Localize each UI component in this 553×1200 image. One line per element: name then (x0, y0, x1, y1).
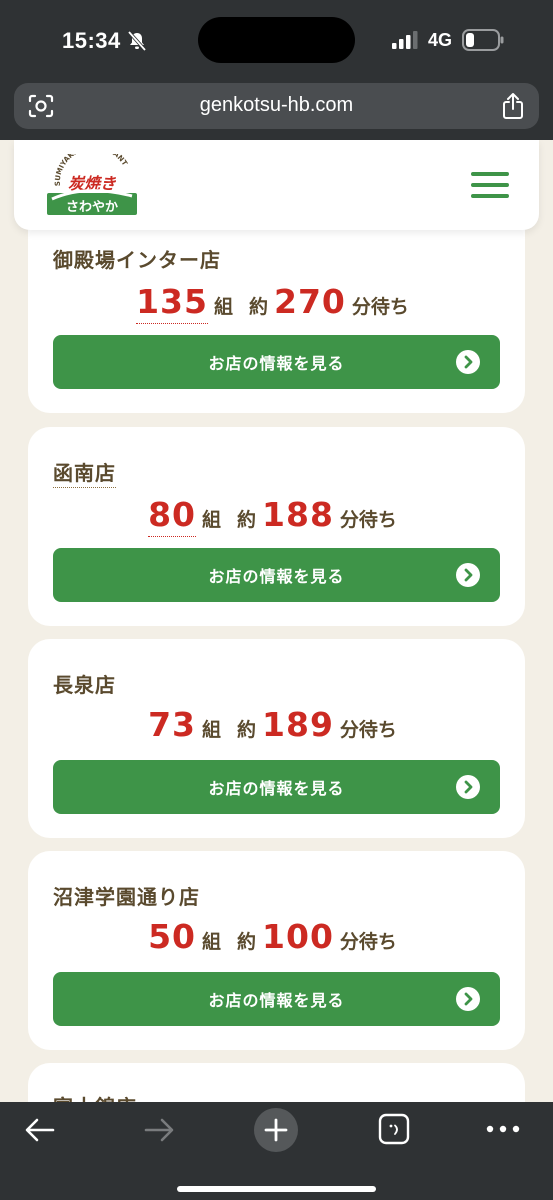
network-label: 4G (428, 30, 453, 50)
store-card: 函南店 80 組約 188 分待ち お店の情報を見る (28, 427, 525, 626)
minutes-unit: 分待ち (339, 931, 397, 953)
store-card: 御殿場インター店 135 組約 270 分待ち お店の情報を見る (28, 200, 525, 413)
wait-minutes: 270 (274, 282, 346, 321)
groups-unit: 組 (202, 931, 222, 953)
address-bar[interactable]: genkotsu-hb.com (14, 83, 539, 129)
chevron-right-circle-icon (456, 350, 480, 374)
share-icon[interactable] (501, 92, 525, 120)
wait-status: 135 組約 270 分待ち (28, 282, 525, 324)
store-info-button[interactable]: お店の情報を見る (53, 335, 500, 389)
store-name[interactable]: 富士錦店 (53, 1091, 137, 1102)
wait-minutes: 189 (262, 705, 334, 744)
store-info-button-label: お店の情報を見る (208, 567, 345, 586)
chevron-right-circle-icon (456, 987, 480, 1011)
battery-icon (462, 29, 504, 51)
forward-arrow-icon[interactable] (143, 1116, 175, 1144)
waiting-groups-count: 73 (148, 705, 196, 744)
store-info-button[interactable]: お店の情報を見る (53, 760, 500, 814)
home-indicator[interactable] (177, 1186, 376, 1192)
approx-label: 約 (237, 719, 257, 741)
status-bar: 15:34 4G (0, 0, 553, 80)
browser-toolbar (0, 1102, 553, 1200)
signal-icon (392, 31, 418, 49)
approx-label: 約 (237, 931, 257, 953)
approx-label: 約 (237, 509, 257, 531)
approx-label: 約 (248, 296, 268, 318)
dynamic-island (198, 17, 355, 63)
sawayaka-logo[interactable]: SUMIYAKI RESTAURANT 炭焼き さわやか (46, 154, 140, 216)
store-card: 富士錦店 (28, 1063, 525, 1102)
store-card: 沼津学園通り店 50 組約 100 分待ち お店の情報を見る (28, 851, 525, 1050)
waiting-groups-count: 50 (148, 917, 196, 956)
store-name[interactable]: 沼津学園通り店 (53, 881, 200, 910)
status-time: 15:34 (62, 28, 121, 53)
store-info-button[interactable]: お店の情報を見る (53, 972, 500, 1026)
hamburger-menu-icon[interactable] (471, 172, 509, 198)
url-text[interactable]: genkotsu-hb.com (14, 94, 539, 117)
browser-top-chrome: 15:34 4G genkotsu-hb.com (0, 0, 553, 140)
back-arrow-icon[interactable] (24, 1116, 56, 1144)
store-info-button-label: お店の情報を見る (208, 354, 345, 373)
minutes-unit: 分待ち (351, 296, 409, 318)
groups-unit: 組 (202, 509, 222, 531)
waiting-groups-count: 80 (148, 495, 196, 537)
tabs-icon[interactable] (378, 1113, 410, 1145)
new-tab-plus-icon[interactable] (254, 1108, 298, 1152)
chevron-right-circle-icon (456, 563, 480, 587)
wait-status: 80 組約 188 分待ち (28, 495, 525, 537)
minutes-unit: 分待ち (339, 509, 397, 531)
more-options-icon[interactable] (486, 1125, 520, 1133)
store-name[interactable]: 御殿場インター店 (53, 244, 221, 273)
web-page: SUMIYAKI RESTAURANT 炭焼き さわやか 御殿場インター店 13… (0, 140, 553, 1102)
logo-sawayaka-text: さわやか (66, 200, 118, 215)
minutes-unit: 分待ち (339, 719, 397, 741)
waiting-groups-count: 135 (136, 282, 208, 324)
groups-unit: 組 (202, 719, 222, 741)
bell-slash-icon (127, 30, 147, 52)
wait-status: 73 組約 189 分待ち (28, 705, 525, 744)
site-header: SUMIYAKI RESTAURANT 炭焼き さわやか (14, 140, 539, 230)
store-info-button[interactable]: お店の情報を見る (53, 548, 500, 602)
store-name[interactable]: 長泉店 (53, 669, 116, 698)
wait-minutes: 188 (262, 495, 334, 534)
wait-minutes: 100 (262, 917, 334, 956)
store-card: 長泉店 73 組約 189 分待ち お店の情報を見る (28, 639, 525, 838)
groups-unit: 組 (213, 296, 233, 318)
store-info-button-label: お店の情報を見る (208, 779, 345, 798)
wait-status: 50 組約 100 分待ち (28, 917, 525, 956)
store-name[interactable]: 函南店 (53, 457, 116, 488)
chevron-right-circle-icon (456, 775, 480, 799)
store-info-button-label: お店の情報を見る (208, 991, 345, 1010)
